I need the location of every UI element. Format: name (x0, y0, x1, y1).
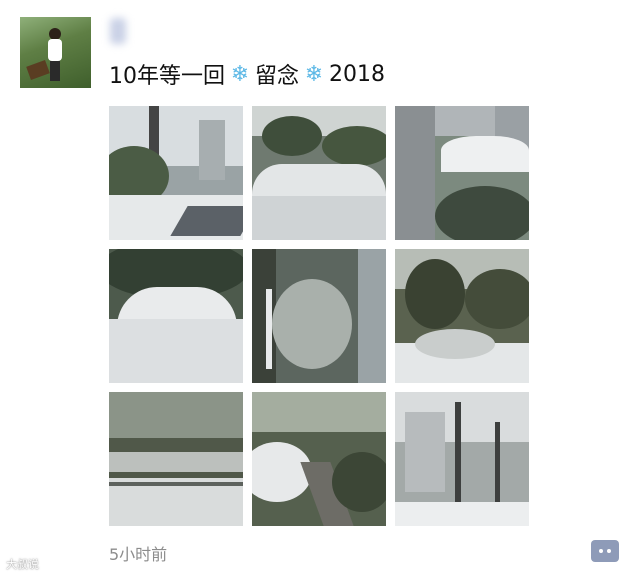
post-timestamp: 5小时前 (109, 545, 168, 564)
photo-thumbnail[interactable] (395, 392, 529, 526)
photo-thumbnail[interactable] (109, 249, 243, 383)
post-text-prefix: 10年等一回 (109, 64, 225, 89)
post-text: 10年等一回 ❄ 留念 ❄ 2018 (109, 58, 385, 90)
comment-dots-icon[interactable] (591, 540, 619, 562)
snowflake-icon: ❄ (304, 61, 324, 87)
username[interactable] (110, 18, 126, 44)
post-text-suffix: 2018 (329, 61, 386, 87)
avatar-figure-legs (50, 61, 60, 81)
avatar-bucket (26, 60, 50, 80)
watermark: 大叔说 (6, 558, 39, 571)
photo-thumbnail[interactable] (109, 106, 243, 240)
comment-dot (607, 549, 611, 553)
photo-thumbnail[interactable] (109, 392, 243, 526)
avatar-figure-body (48, 39, 62, 61)
photo-grid (109, 106, 529, 526)
photo-thumbnail[interactable] (252, 392, 386, 526)
post-text-middle: 留念 (255, 64, 300, 89)
comment-dot (599, 549, 603, 553)
photo-thumbnail[interactable] (395, 249, 529, 383)
snowflake-icon: ❄ (230, 61, 250, 87)
photo-thumbnail[interactable] (395, 106, 529, 240)
photo-thumbnail[interactable] (252, 106, 386, 240)
avatar[interactable] (20, 17, 91, 88)
photo-thumbnail[interactable] (252, 249, 386, 383)
